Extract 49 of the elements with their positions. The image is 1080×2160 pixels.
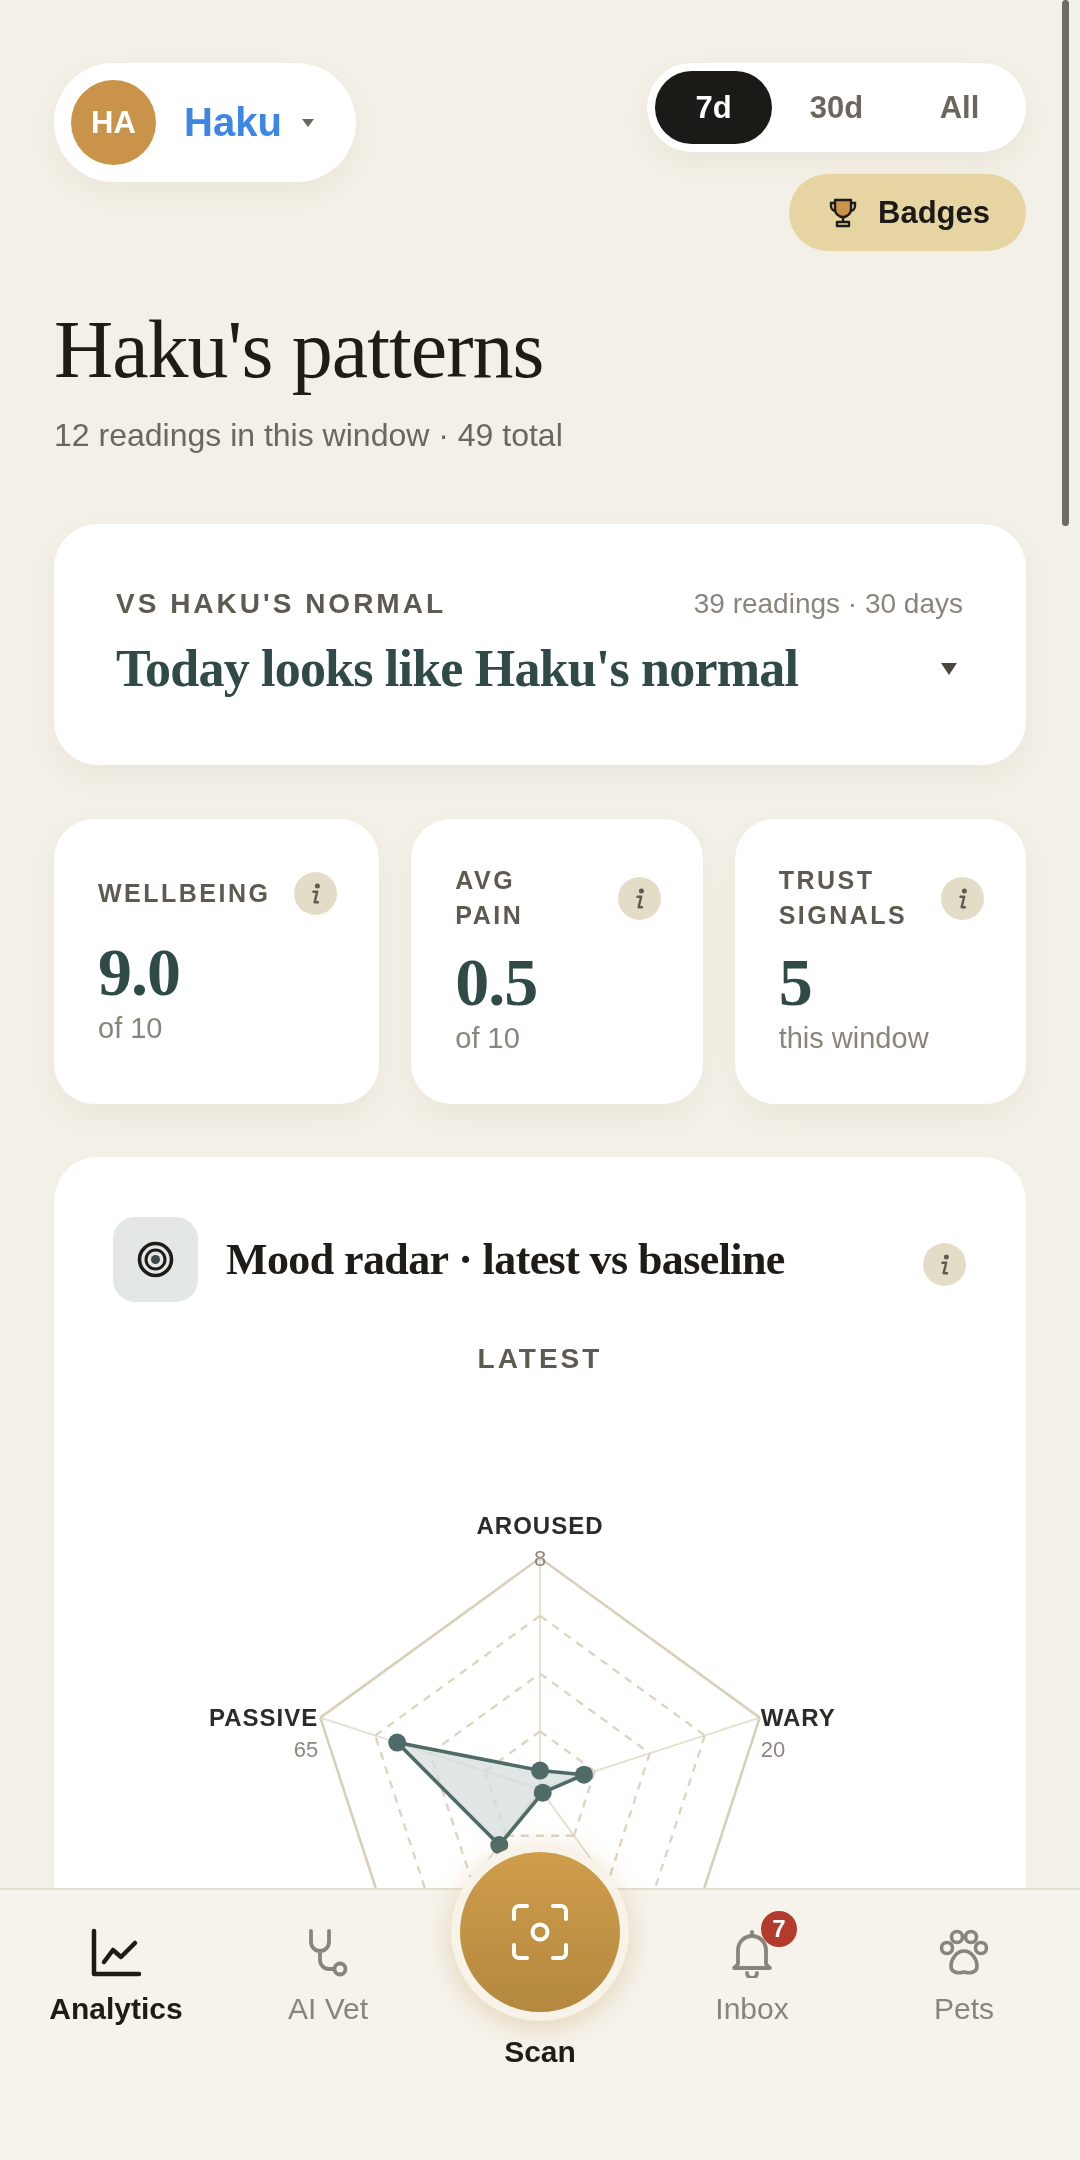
metric-label: TRUST SIGNALS xyxy=(778,865,908,931)
info-icon[interactable] xyxy=(617,876,661,920)
metric-value: 0.5 xyxy=(455,944,538,1020)
nav-tab[interactable]: AI Vet xyxy=(258,1890,398,2027)
radar-point xyxy=(533,1783,552,1802)
pet-switcher[interactable]: HA Haku xyxy=(54,63,356,182)
metric-label: WELLBEING xyxy=(98,877,271,909)
badges-button[interactable]: Badges xyxy=(789,174,1026,251)
range-tab[interactable]: All xyxy=(901,71,1018,144)
axis-label: PASSIVE xyxy=(209,1704,319,1732)
metric-unit: this window xyxy=(778,1021,929,1056)
caret-icon[interactable] xyxy=(941,663,957,675)
axis-value: 8 xyxy=(533,1545,547,1571)
axis-value: 20 xyxy=(760,1737,786,1763)
metric-label: AVG PAIN xyxy=(455,865,524,931)
card-label: VS HAKU'S NORMAL xyxy=(116,587,446,621)
scan-button[interactable]: Scan xyxy=(451,1843,629,2070)
avatar: HA xyxy=(71,80,156,165)
metric-unit: of 10 xyxy=(455,1021,520,1056)
nav-tab[interactable]: 7 Inbox xyxy=(682,1890,822,2027)
chart-icon xyxy=(90,1927,142,1979)
radar-point xyxy=(531,1761,549,1780)
metric-value: 5 xyxy=(778,944,812,1020)
info-icon[interactable] xyxy=(941,876,984,920)
scrollbar-thumb[interactable] xyxy=(1062,0,1069,526)
info-icon[interactable] xyxy=(923,1243,966,1286)
page-title: Haku's patterns xyxy=(54,306,544,394)
bell-icon xyxy=(729,1928,775,1978)
metric-value: 9.0 xyxy=(98,934,180,1010)
paw-icon xyxy=(939,1929,989,1977)
baseline-headline: Today looks like Haku's normal xyxy=(116,639,799,699)
readings-count: 39 readings · 30 days xyxy=(693,587,963,621)
chart-mode-label: LATEST xyxy=(477,1342,603,1376)
nav-tab[interactable]: Pets xyxy=(894,1890,1034,2027)
range-tab[interactable]: 30d xyxy=(778,71,895,144)
axis-label: WARY xyxy=(760,1704,836,1732)
nav-tab[interactable]: Analytics xyxy=(46,1890,186,2027)
target-icon xyxy=(113,1217,198,1302)
axis-value: 65 xyxy=(293,1737,319,1763)
caret-icon xyxy=(301,118,314,127)
range-tab[interactable]: 7d xyxy=(655,71,772,144)
stethoscope-icon xyxy=(307,1927,349,1979)
metric-unit: of 10 xyxy=(98,1011,163,1046)
info-icon[interactable] xyxy=(294,871,338,915)
card-title: Mood radar · latest vs baseline xyxy=(226,1234,785,1285)
trophy-icon xyxy=(828,196,858,229)
notification-badge: 7 xyxy=(761,1911,797,1947)
axis-label: AROUSED xyxy=(476,1511,604,1539)
page-subtitle: 12 readings in this window · 49 total xyxy=(54,416,563,455)
